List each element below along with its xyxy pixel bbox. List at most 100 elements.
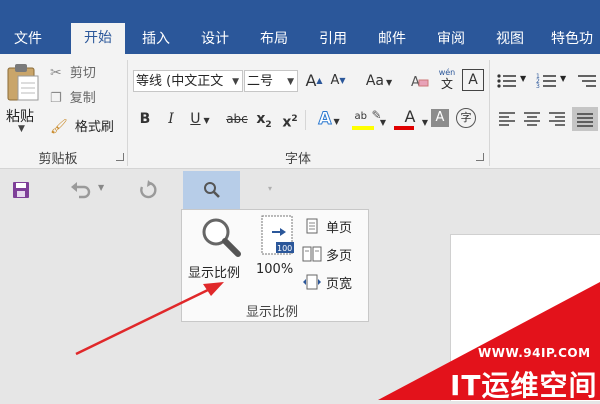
tab-mailings[interactable]: 邮件 [370, 24, 414, 54]
paste-button[interactable]: 粘贴 ▼ [2, 58, 44, 140]
tab-layout[interactable]: 布局 [252, 24, 296, 54]
font-color-button[interactable]: A ▼ [392, 106, 428, 132]
tab-home[interactable]: 开始 [71, 23, 125, 54]
align-center-button[interactable] [523, 110, 543, 130]
multiple-pages-icon [302, 246, 322, 262]
undo-button[interactable]: ▼ [70, 178, 110, 202]
align-left-icon [499, 112, 515, 126]
justify-button[interactable] [572, 107, 598, 131]
bold-button[interactable]: B [136, 108, 154, 130]
multilevel-list-icon [578, 75, 596, 87]
clear-formatting-button[interactable]: A [410, 70, 430, 92]
highlight-color-bar [352, 126, 374, 130]
numbered-list-icon: 1 2 3 [536, 73, 556, 90]
shrink-font-button[interactable]: A▼ [328, 70, 348, 92]
align-left-button[interactable] [498, 110, 518, 130]
align-center-icon [524, 112, 540, 126]
qat-customize-icon[interactable]: ▾ [268, 184, 272, 193]
page-width-button[interactable]: 页宽 [302, 272, 366, 292]
undo-icon [71, 182, 91, 199]
tab-special-features[interactable]: 特色功 [551, 24, 600, 54]
watermark-brand: IT运维空间 [450, 369, 598, 402]
bullet-list-icon [497, 74, 516, 88]
multiple-pages-button[interactable]: 多页 [302, 244, 366, 264]
tab-insert[interactable]: 插入 [134, 24, 178, 54]
tab-references[interactable]: 引用 [311, 24, 355, 54]
underline-button[interactable]: U ▼ [186, 108, 214, 130]
magnifier-icon [204, 182, 220, 198]
redo-icon[interactable] [138, 180, 158, 200]
eraser-icon: A [411, 75, 429, 90]
phonetic-guide-bottom: 文 [440, 77, 453, 91]
multilevel-list-button[interactable] [576, 72, 600, 92]
tab-review[interactable]: 审阅 [429, 24, 473, 54]
zoom-qat-button[interactable] [183, 171, 240, 209]
highlight-button[interactable]: ab ✎ ▼ [350, 104, 386, 132]
change-case-button[interactable]: Aa ▼ [362, 70, 396, 92]
zoom-button[interactable]: 显示比例 [186, 214, 252, 281]
svg-text:3: 3 [536, 83, 540, 90]
text-effects-button[interactable]: A ▼ [313, 108, 345, 130]
font-size-value: 二号 [247, 74, 274, 89]
superscript-mark: 2 [291, 114, 298, 124]
subscript-mark: 2 [265, 119, 272, 130]
zoom-label: 显示比例 [188, 266, 241, 281]
chevron-down-icon: ▼ [333, 117, 340, 126]
copy-button[interactable]: ❐ 复制 [50, 88, 96, 110]
bullets-button[interactable]: ▼ [496, 72, 530, 92]
group-divider [127, 60, 128, 166]
grow-font-label: A [305, 71, 317, 90]
enclose-characters-label: 字 [460, 111, 472, 124]
numbering-button[interactable]: 1 2 3 ▼ [536, 72, 570, 92]
ribbon-tab-bar: 文件 开始 插入 设计 布局 引用 邮件 审阅 视图 特色功 [0, 0, 600, 54]
font-size-combo[interactable]: 二号 ▼ [244, 70, 298, 92]
chevron-down-icon: ▼ [203, 116, 210, 125]
tab-design[interactable]: 设计 [193, 24, 237, 54]
align-right-button[interactable] [548, 110, 568, 130]
format-painter-label: 格式刷 [74, 120, 114, 135]
character-border-label: A [468, 72, 478, 88]
one-page-label: 单页 [326, 221, 353, 236]
italic-button[interactable]: I [162, 108, 180, 130]
subscript-button[interactable]: x2 [254, 108, 274, 130]
grow-font-button[interactable]: A▲ [304, 70, 324, 92]
justify-icon [577, 113, 593, 127]
cut-label: 剪切 [69, 66, 96, 81]
save-icon[interactable] [12, 181, 30, 199]
copy-label: 复制 [69, 91, 96, 106]
chevron-down-icon: ▼ [287, 77, 294, 87]
hundred-percent-label: 100% [256, 262, 294, 277]
chevron-down-icon: ▼ [98, 183, 105, 192]
cut-button[interactable]: ✂ 剪切 [50, 62, 96, 84]
font-name-combo[interactable]: 等线 (中文正文 ▼ [133, 70, 243, 92]
page-width-icon [303, 274, 321, 290]
highlight-label: ab [354, 111, 367, 122]
character-shading-button[interactable]: A [431, 109, 449, 127]
phonetic-guide-top: wén [438, 68, 456, 77]
format-painter-button[interactable]: 🖌 格式刷 [50, 116, 114, 138]
strikethrough-button[interactable]: abc [224, 108, 250, 130]
phonetic-guide-button[interactable]: wén 文 [436, 68, 458, 94]
page-width-label: 页宽 [326, 277, 353, 292]
chevron-down-icon: ▼ [560, 74, 567, 83]
superscript-button[interactable]: x2 [280, 108, 300, 131]
page-100-icon-text: 100 [277, 244, 292, 253]
tab-view[interactable]: 视图 [488, 24, 532, 54]
character-border-button[interactable]: A [462, 69, 484, 91]
chevron-down-icon: ▼ [379, 118, 386, 127]
chevron-down-icon: ▼ [232, 77, 239, 87]
row-divider [305, 110, 306, 130]
hundred-percent-button[interactable]: 100 100% [256, 214, 300, 280]
font-dialog-launcher[interactable] [476, 153, 484, 161]
one-page-icon [306, 218, 318, 234]
caret-up-icon: ▲ [316, 76, 323, 85]
clipboard-group-label: 剪贴板 [38, 152, 78, 167]
clipboard-dialog-launcher[interactable] [116, 153, 124, 161]
chevron-down-icon: ▼ [386, 78, 393, 87]
caret-down-icon: ▼ [339, 76, 346, 85]
enclose-characters-button[interactable]: 字 [456, 108, 476, 128]
one-page-button[interactable]: 单页 [302, 216, 366, 236]
tab-file[interactable]: 文件 [6, 24, 50, 54]
paintbrush-icon: 🖌 [50, 119, 68, 135]
copy-icon: ❐ [50, 91, 62, 106]
